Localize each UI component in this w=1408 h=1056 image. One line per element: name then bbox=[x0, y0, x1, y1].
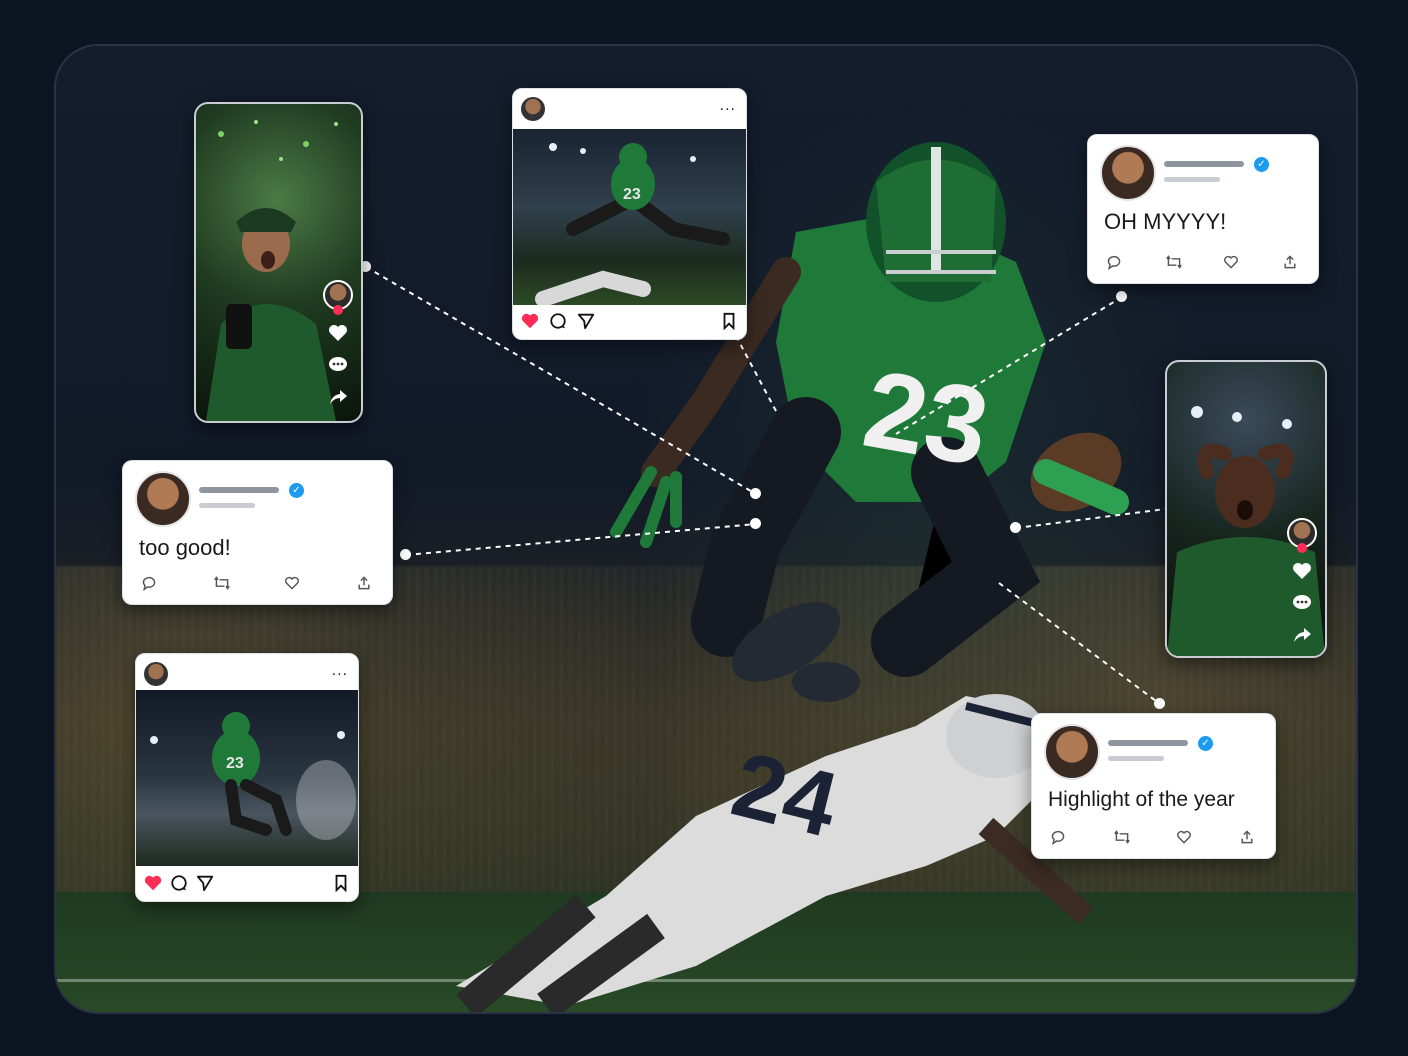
username-placeholder bbox=[1108, 740, 1188, 746]
avatar[interactable] bbox=[1044, 724, 1100, 780]
share-icon[interactable] bbox=[1292, 626, 1312, 644]
tweet-card[interactable]: ✓ Highlight of the year bbox=[1031, 713, 1276, 859]
post-photo: 23 bbox=[136, 690, 358, 866]
handle-placeholder bbox=[1108, 756, 1164, 761]
creator-avatar-icon[interactable] bbox=[323, 280, 353, 315]
send-icon[interactable] bbox=[196, 874, 214, 892]
video-card-fan[interactable] bbox=[194, 102, 363, 423]
username-placeholder bbox=[1164, 161, 1244, 167]
reply-icon[interactable] bbox=[141, 575, 159, 593]
retweet-icon[interactable] bbox=[1165, 254, 1183, 272]
comment-icon[interactable] bbox=[170, 874, 188, 892]
bookmark-icon[interactable] bbox=[332, 874, 350, 893]
heart-icon[interactable] bbox=[1223, 254, 1241, 272]
verified-badge-icon: ✓ bbox=[1198, 736, 1213, 751]
verified-badge-icon: ✓ bbox=[1254, 157, 1269, 172]
reply-icon[interactable] bbox=[1106, 254, 1124, 272]
video-card-fan-shocked[interactable] bbox=[1165, 360, 1327, 658]
heart-icon[interactable] bbox=[284, 575, 302, 593]
username-placeholder bbox=[199, 487, 279, 493]
handle-placeholder bbox=[1164, 177, 1220, 182]
retweet-icon[interactable] bbox=[1113, 829, 1131, 847]
heart-icon[interactable] bbox=[328, 324, 348, 342]
share-icon[interactable] bbox=[1239, 829, 1257, 847]
tweet-card[interactable]: ✓ OH MYYYY! bbox=[1087, 134, 1319, 284]
connector-dot bbox=[750, 518, 761, 529]
avatar[interactable] bbox=[144, 662, 168, 686]
connector-dot bbox=[400, 549, 411, 560]
tweet-text: OH MYYYY! bbox=[1104, 209, 1227, 234]
verified-badge-icon: ✓ bbox=[289, 483, 304, 498]
comment-icon[interactable] bbox=[549, 312, 567, 330]
instagram-post[interactable]: ... 23 bbox=[512, 88, 747, 340]
avatar[interactable] bbox=[1100, 145, 1156, 201]
instagram-post[interactable]: ... 23 bbox=[135, 653, 359, 902]
tweet-text: Highlight of the year bbox=[1048, 788, 1235, 811]
more-options-icon[interactable]: ... bbox=[720, 97, 736, 115]
avatar[interactable] bbox=[135, 471, 191, 527]
heart-icon[interactable] bbox=[1292, 562, 1312, 580]
reply-icon[interactable] bbox=[1050, 829, 1068, 847]
share-icon[interactable] bbox=[356, 575, 374, 593]
tweet-text: too good! bbox=[139, 535, 231, 560]
tweet-card[interactable]: ✓ too good! bbox=[122, 460, 393, 605]
avatar[interactable] bbox=[521, 97, 545, 121]
handle-placeholder bbox=[199, 503, 255, 508]
comment-icon[interactable] bbox=[328, 356, 348, 374]
post-photo: 23 bbox=[513, 129, 746, 305]
connector-dot bbox=[1154, 698, 1165, 709]
comment-icon[interactable] bbox=[1292, 594, 1312, 612]
heart-icon[interactable] bbox=[521, 312, 539, 330]
connector-dot bbox=[1010, 522, 1021, 533]
share-icon[interactable] bbox=[328, 388, 348, 406]
connector-dot bbox=[1116, 291, 1127, 302]
bookmark-icon[interactable] bbox=[720, 312, 738, 331]
post-jersey-number: 23 bbox=[623, 186, 641, 203]
heart-icon[interactable] bbox=[1176, 829, 1194, 847]
more-options-icon[interactable]: ... bbox=[332, 662, 348, 680]
send-icon[interactable] bbox=[577, 312, 595, 330]
heart-icon[interactable] bbox=[144, 874, 162, 892]
post-jersey-number: 23 bbox=[226, 755, 244, 772]
share-icon[interactable] bbox=[1282, 254, 1300, 272]
creator-avatar-icon[interactable] bbox=[1287, 518, 1317, 553]
retweet-icon[interactable] bbox=[213, 575, 231, 593]
connector-dot bbox=[750, 488, 761, 499]
